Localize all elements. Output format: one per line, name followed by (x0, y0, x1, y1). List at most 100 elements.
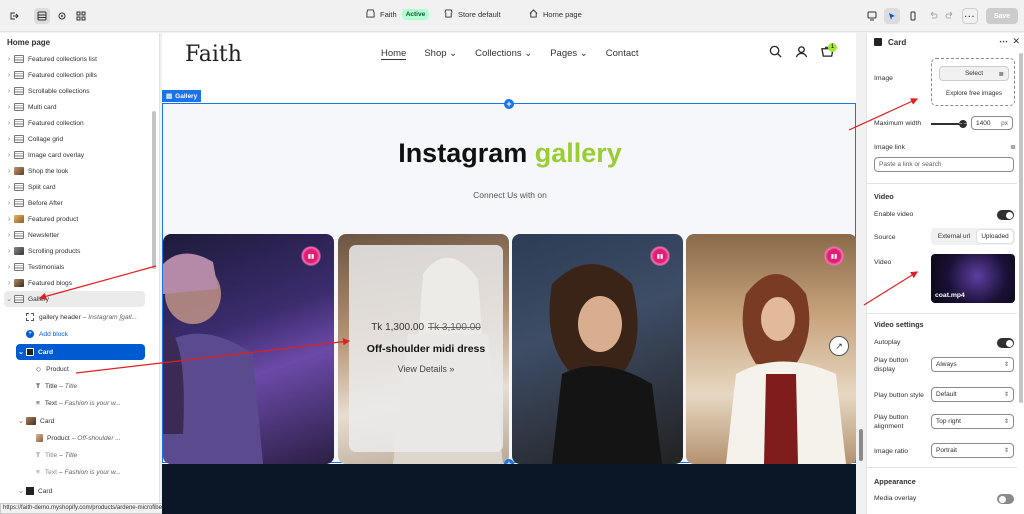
section-icon: ▤ (166, 93, 173, 100)
apps-icon[interactable] (73, 8, 89, 24)
tree-item-section[interactable]: › Image card overlay (4, 147, 154, 163)
tree-item-section[interactable]: › Collage grid (4, 131, 154, 147)
autoplay-toggle[interactable] (997, 338, 1014, 348)
tree-item-label: Text (44, 468, 57, 476)
video-thumbnail[interactable]: coat.mp4 (931, 254, 1015, 303)
gallery-section[interactable]: Instagram gallery Connect Us with on ▮▮ … (162, 103, 856, 464)
play-display-select[interactable]: Always ⇕ (931, 357, 1014, 372)
select-caret-icon: ⇕ (1003, 362, 1009, 368)
theme-selector[interactable]: Faith Active (366, 9, 430, 20)
source-uploaded[interactable]: Uploaded (977, 230, 1013, 243)
add-section-above-icon[interactable]: + (504, 99, 514, 109)
select-image-button[interactable]: Select ≣ (939, 66, 1009, 81)
text-lines-icon: ≡ (36, 468, 40, 476)
chevron-right-icon: › (7, 215, 11, 223)
tree-item-text[interactable]: ≡ Text – Fashion is your w... ◉ (36, 395, 159, 411)
tree-item-section[interactable]: › Shop the look (4, 163, 154, 179)
tree-item-section[interactable]: › Before After (4, 195, 154, 211)
account-icon[interactable] (795, 45, 808, 58)
tree-item-section[interactable]: › Newsletter (4, 227, 154, 243)
nav-home[interactable]: Home (381, 48, 407, 60)
gallery-section-tag[interactable]: ▤ Gallery (162, 90, 202, 102)
database-icon[interactable]: ≣ (1010, 143, 1016, 151)
search-icon[interactable] (769, 45, 782, 58)
tree-item-section[interactable]: › Testimonials (4, 259, 154, 275)
redo-icon[interactable] (942, 8, 958, 24)
tree-item-section[interactable]: › Featured product (4, 211, 154, 227)
tree-item-title[interactable]: T Title – Title ◉ (36, 378, 159, 394)
more-actions-icon[interactable]: ··· (962, 8, 978, 24)
play-button-icon[interactable]: ▮▮ (824, 246, 844, 266)
nav-shop[interactable]: Shop ⌄ (424, 48, 457, 60)
tree-item-section[interactable]: › Featured blogs (4, 275, 154, 291)
section-icon (14, 199, 24, 207)
max-width-input[interactable]: 1400 px (971, 116, 1013, 130)
nav-contact[interactable]: Contact (606, 48, 639, 60)
play-button-icon[interactable]: ▮▮ (650, 246, 670, 266)
block-dashed-icon (26, 313, 34, 321)
enable-video-toggle[interactable] (997, 210, 1014, 220)
tree-item-section[interactable]: › Featured collection (4, 115, 154, 131)
tree-item-section[interactable]: › Scrolling products (4, 243, 154, 259)
source-external-url[interactable]: External url (933, 230, 975, 243)
gallery-card[interactable]: ▮▮ (163, 234, 334, 464)
tree-item-section[interactable]: › Featured collection pills (4, 67, 154, 83)
ratio-select[interactable]: Portrait ⇕ (931, 443, 1014, 458)
image-link-input[interactable]: Paste a link or search (874, 157, 1014, 172)
tree-item-section[interactable]: › Scrollable collections (4, 83, 154, 99)
play-button-icon[interactable]: ▮▮ (301, 246, 321, 266)
tree-item-card-selected[interactable]: ⌄ Card (16, 344, 145, 360)
play-align-label: Play button alignment (874, 414, 909, 430)
sidebar-scrollbar[interactable] (152, 111, 156, 269)
image-icon (14, 247, 24, 255)
nav-collections[interactable]: Collections ⌄ (475, 48, 532, 60)
video-heading: Video (874, 192, 894, 201)
view-details-link[interactable]: View Details » (349, 364, 503, 374)
tree-item-section[interactable]: › Split card (4, 179, 154, 195)
exit-icon[interactable] (6, 8, 22, 24)
nav-pages[interactable]: Pages ⌄ (550, 48, 588, 60)
tree-item-product-2[interactable]: Product – Off-shoulder ... ◉ (36, 430, 159, 446)
store-default-selector[interactable]: Store default (444, 9, 501, 20)
undo-icon[interactable] (925, 8, 941, 24)
page-selector[interactable]: Home page (529, 9, 582, 20)
image-icon (14, 279, 24, 287)
media-overlay-toggle[interactable] (997, 494, 1014, 504)
carousel-next-icon[interactable]: ↗ (829, 336, 849, 356)
tree-item-label: Featured collections list (28, 55, 97, 63)
site-logo[interactable]: Faith (185, 42, 242, 67)
select-caret-icon: ⇕ (1003, 392, 1009, 398)
tree-item-product[interactable]: ◇ Product ◉ (36, 361, 159, 377)
gallery-card[interactable]: Tk 1,300.00 Tk 3,100.00 Off-shoulder midi… (338, 234, 509, 464)
tree-item-section[interactable]: › Featured collections list (4, 51, 154, 67)
tree-item-title-2[interactable]: T Title – Title ⊘ (36, 447, 159, 463)
tree-item-section[interactable]: › Multi card (4, 99, 154, 115)
save-button[interactable]: Save (986, 8, 1018, 24)
tree-item-card-3[interactable]: ⌄ Card (16, 483, 159, 499)
close-icon[interactable]: ✕ (1012, 36, 1020, 47)
tree-item-gallery[interactable]: ⌄ Gallery (4, 291, 145, 307)
play-style-select[interactable]: Default ⇕ (931, 387, 1014, 402)
preview-scrollbar[interactable] (857, 33, 865, 514)
tree-item-gallery-header[interactable]: gallery header – Instagram [gall... (26, 309, 159, 325)
gallery-card[interactable]: ▮▮ (512, 234, 683, 464)
card-icon (874, 38, 882, 46)
inspector-icon[interactable] (864, 8, 880, 24)
appearance-heading: Appearance (874, 477, 916, 486)
tree-item-card-2[interactable]: ⌄ Card (16, 413, 159, 429)
explore-images-link[interactable]: Explore free images (932, 90, 1016, 97)
gear-icon[interactable] (54, 8, 70, 24)
add-block-button[interactable]: + Add block (26, 326, 159, 342)
more-options-icon[interactable]: ⋯ (999, 36, 1008, 47)
tree-item-text-2[interactable]: ≡ Text – Fashion is your w... ⊘ (36, 464, 159, 480)
chevron-right-icon: › (7, 87, 11, 95)
card-image-icon (26, 487, 34, 495)
tree-item-label: gallery header (39, 313, 81, 321)
mobile-preview-icon[interactable] (905, 8, 921, 24)
slider-handle[interactable] (959, 120, 968, 128)
panel-scrollbar[interactable] (1019, 53, 1023, 403)
product-overlay[interactable]: Tk 1,300.00 Tk 3,100.00 Off-shoulder midi… (349, 245, 503, 452)
sections-icon[interactable] (34, 8, 50, 24)
play-align-select[interactable]: Top right ⇕ (931, 414, 1014, 429)
select-cursor-icon[interactable] (884, 8, 900, 24)
